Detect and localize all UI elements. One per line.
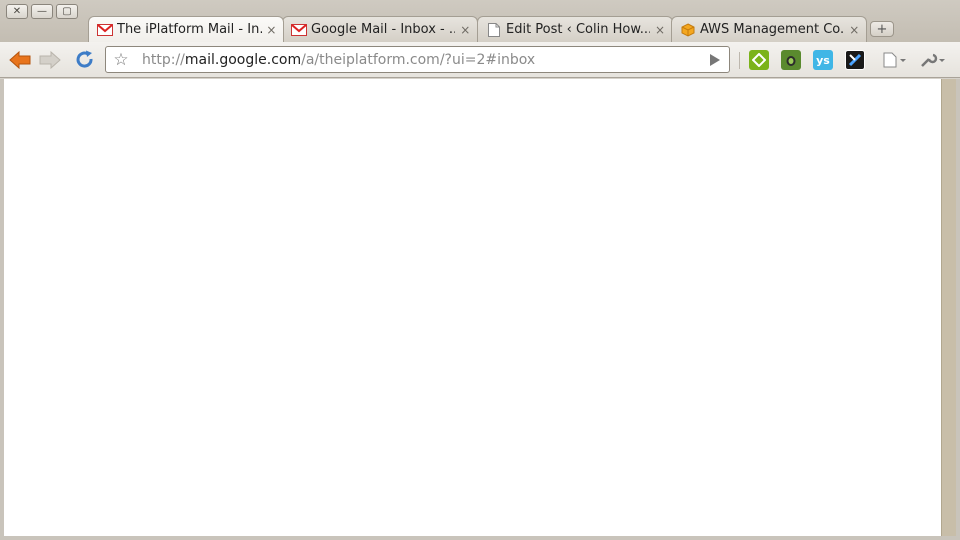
url-path: /a/theiplatform.com/?ui=2#inbox xyxy=(301,51,536,68)
window-maximize-button[interactable]: ▢ xyxy=(56,4,78,19)
page-menu-icon xyxy=(883,52,906,68)
url-host: mail.google.com xyxy=(184,51,302,68)
go-button[interactable] xyxy=(701,53,729,66)
wrench-icon xyxy=(921,53,945,67)
back-arrow-icon xyxy=(9,51,31,69)
toolbar-separator xyxy=(739,52,740,69)
browser-window: ✕ — ▢ The iPlatform Mail - In... × Googl… xyxy=(0,0,960,540)
page-content[interactable] xyxy=(4,79,941,536)
window-frame-bottom xyxy=(0,536,960,540)
feedly-icon[interactable] xyxy=(749,50,769,70)
toolbar: ☆ http://mail.google.com/a/theiplatform.… xyxy=(0,42,960,78)
page-menu-button[interactable] xyxy=(880,49,910,71)
evernote-icon[interactable] xyxy=(781,50,801,70)
gmail-icon xyxy=(97,23,113,37)
new-tab-button[interactable]: + xyxy=(870,21,894,37)
delicious-icon[interactable] xyxy=(845,50,865,70)
window-minimize-button[interactable]: — xyxy=(31,4,53,19)
address-bar[interactable]: ☆ http://mail.google.com/a/theiplatform.… xyxy=(105,46,730,73)
tab-close-button[interactable]: × xyxy=(654,23,666,37)
tab-iplatform-mail[interactable]: The iPlatform Mail - In... × xyxy=(88,16,284,42)
tab-close-button[interactable]: × xyxy=(459,23,471,37)
vertical-scrollbar[interactable] xyxy=(941,79,956,536)
tab-close-button[interactable]: × xyxy=(849,23,860,37)
ys-icon[interactable]: ys xyxy=(813,50,833,70)
tab-title: AWS Management Co... xyxy=(700,22,845,37)
forward-arrow-icon xyxy=(39,51,61,69)
page-icon xyxy=(486,22,502,37)
window-controls: ✕ — ▢ xyxy=(6,4,78,19)
tab-title: The iPlatform Mail - In... xyxy=(117,22,262,37)
back-button[interactable] xyxy=(8,49,32,71)
tab-title: Google Mail - Inbox - ... xyxy=(311,22,456,37)
play-icon xyxy=(710,53,720,66)
url-scheme: http:// xyxy=(142,51,185,68)
window-frame-right xyxy=(956,79,960,540)
wrench-menu-button[interactable] xyxy=(918,49,948,71)
tab-google-mail[interactable]: Google Mail - Inbox - ... × xyxy=(282,16,478,42)
tab-aws-management[interactable]: AWS Management Co... × xyxy=(671,16,867,42)
reload-button[interactable] xyxy=(73,49,97,71)
bookmark-star-icon[interactable]: ☆ xyxy=(106,50,136,70)
tab-title: Edit Post ‹ Colin How... xyxy=(506,22,651,37)
aws-icon xyxy=(680,22,696,37)
tab-close-button[interactable]: × xyxy=(266,23,277,37)
gmail-icon xyxy=(291,23,307,37)
url-text[interactable]: http://mail.google.com/a/theiplatform.co… xyxy=(136,52,701,68)
forward-button[interactable] xyxy=(38,49,62,71)
reload-icon xyxy=(76,50,93,68)
tab-edit-post[interactable]: Edit Post ‹ Colin How... × xyxy=(477,16,673,42)
tab-strip: ✕ — ▢ The iPlatform Mail - In... × Googl… xyxy=(0,0,960,42)
window-close-button[interactable]: ✕ xyxy=(6,4,28,19)
